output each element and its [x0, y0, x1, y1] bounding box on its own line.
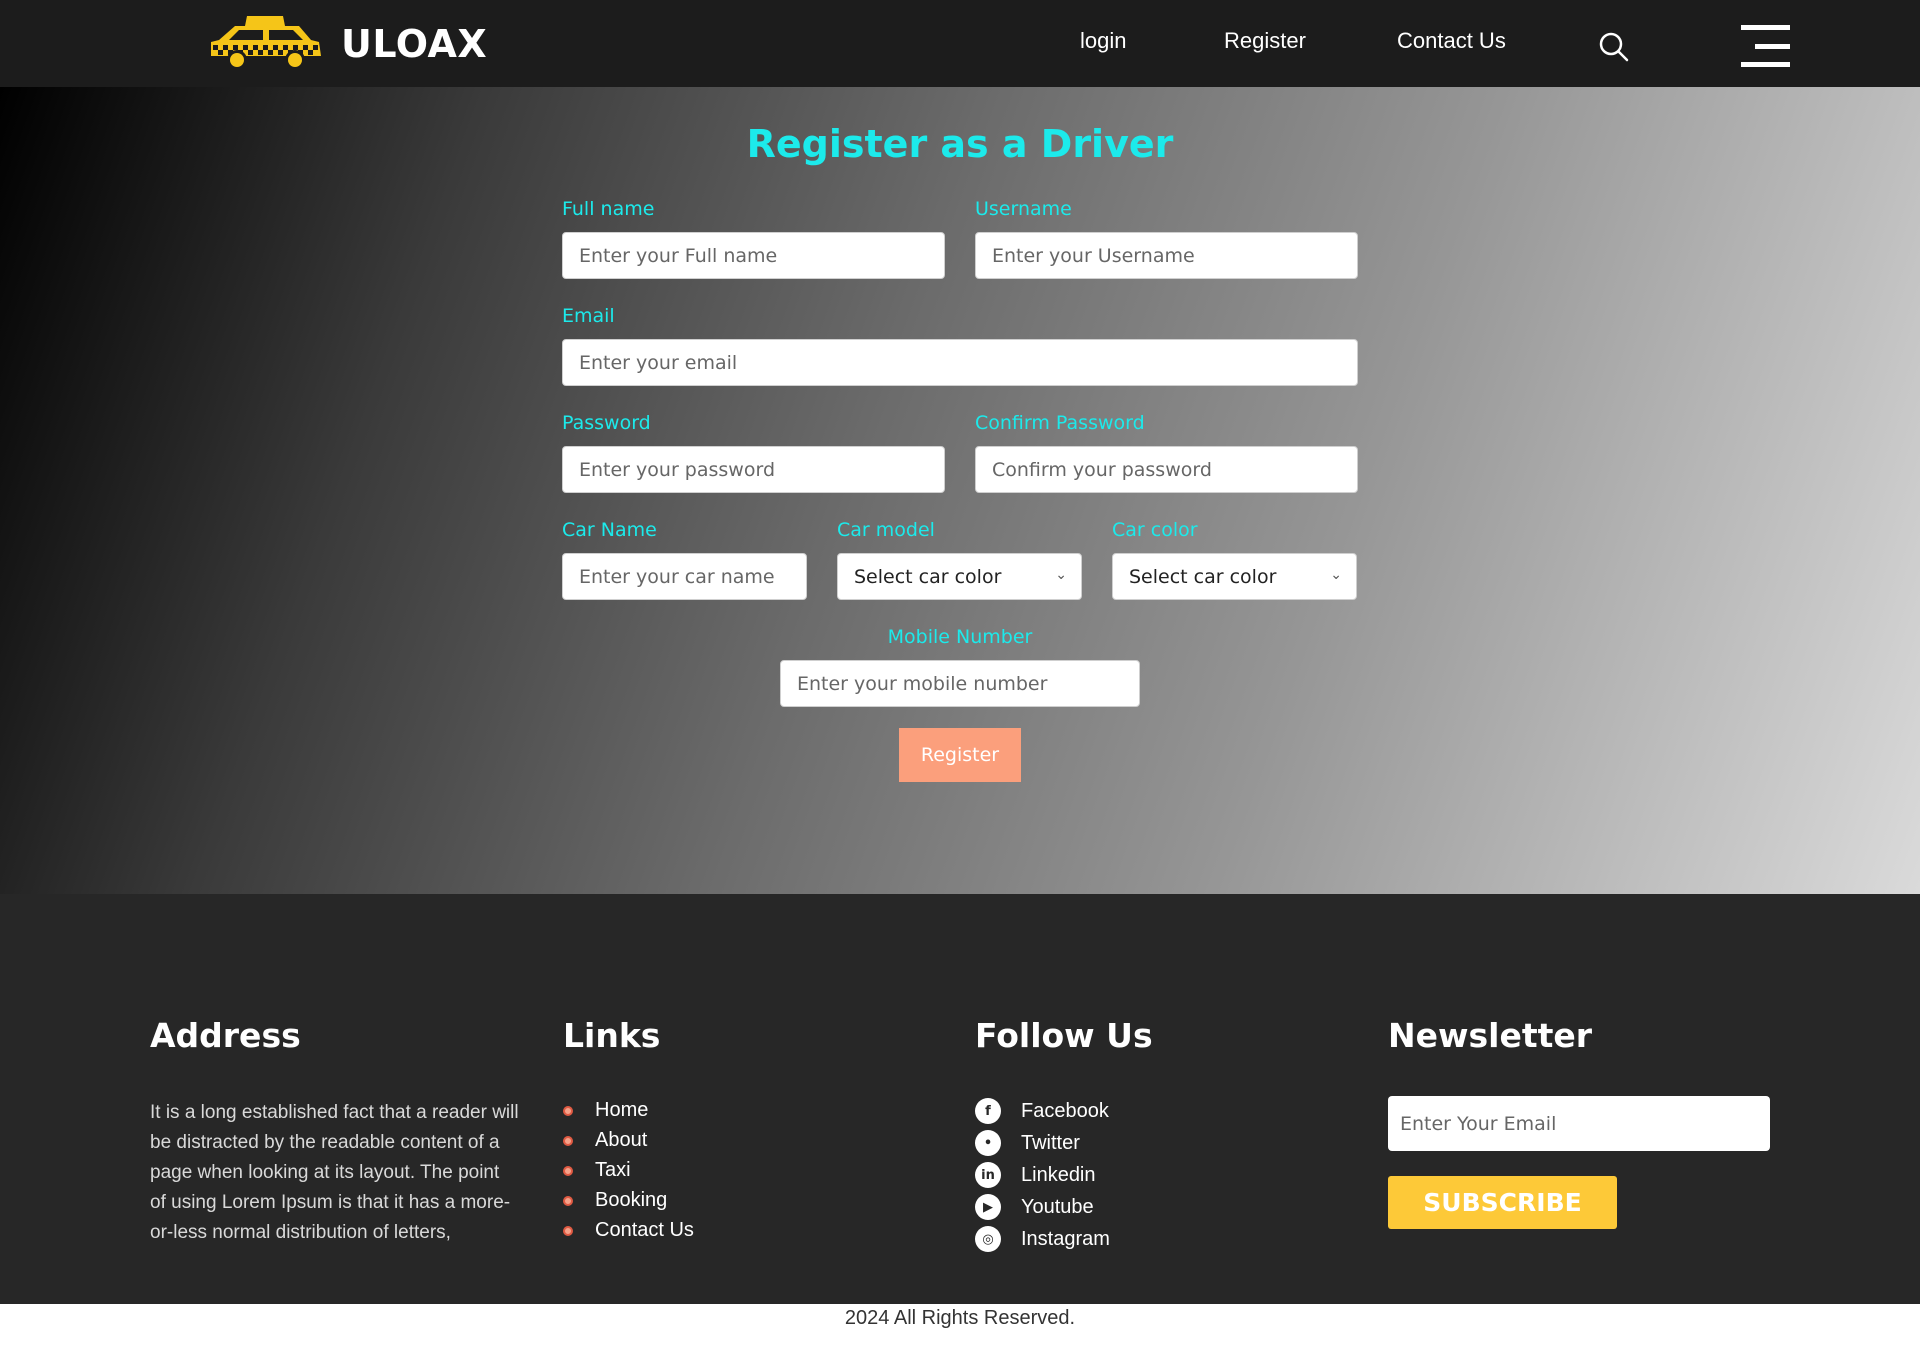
mobile-label: Mobile Number	[887, 626, 1033, 648]
email-label: Email	[562, 305, 615, 327]
instagram-icon: ◎	[975, 1226, 1001, 1252]
bullet-icon	[563, 1135, 573, 1146]
bullet-icon	[563, 1165, 573, 1176]
full-name-input[interactable]	[562, 232, 945, 279]
brand-name: ULOAX	[341, 22, 488, 66]
subscribe-button[interactable]: SUBSCRIBE	[1388, 1176, 1617, 1229]
brand-logo[interactable]: ULOAX	[207, 12, 487, 76]
register-button[interactable]: Register	[899, 728, 1021, 782]
search-icon[interactable]	[1598, 31, 1630, 67]
follow-heading: Follow Us	[975, 1016, 1153, 1055]
social-youtube[interactable]: ▶ Youtube	[975, 1194, 1094, 1220]
menu-icon[interactable]	[1741, 25, 1790, 67]
mobile-input[interactable]	[780, 660, 1140, 707]
car-name-label: Car Name	[562, 519, 657, 541]
taxi-icon	[207, 12, 325, 76]
footer-link-about[interactable]: About	[563, 1129, 647, 1152]
twitter-icon: •	[975, 1130, 1001, 1156]
social-facebook[interactable]: f Facebook	[975, 1098, 1109, 1124]
social-linkedin[interactable]: in Linkedin	[975, 1162, 1096, 1188]
nav-register[interactable]: Register	[1224, 28, 1306, 54]
confirm-password-input[interactable]	[975, 446, 1358, 493]
footer-link-taxi[interactable]: Taxi	[563, 1159, 631, 1182]
chevron-down-icon: ⌄	[1330, 567, 1342, 583]
username-input[interactable]	[975, 232, 1358, 279]
email-input[interactable]	[562, 339, 1358, 386]
car-name-input[interactable]	[562, 553, 807, 600]
facebook-icon: f	[975, 1098, 1001, 1124]
password-input[interactable]	[562, 446, 945, 493]
username-label: Username	[975, 198, 1072, 220]
nav-login[interactable]: login	[1080, 28, 1126, 54]
full-name-label: Full name	[562, 198, 655, 220]
links-heading: Links	[563, 1016, 661, 1055]
newsletter-heading: Newsletter	[1388, 1016, 1593, 1055]
nav-contact-us[interactable]: Contact Us	[1397, 28, 1506, 54]
bullet-icon	[563, 1105, 573, 1116]
page-title: Register as a Driver	[746, 122, 1174, 166]
car-model-select[interactable]: Select car color ⌄	[837, 553, 1082, 600]
car-model-label: Car model	[837, 519, 935, 541]
social-twitter[interactable]: • Twitter	[975, 1130, 1080, 1156]
newsletter-email-input[interactable]	[1388, 1096, 1770, 1151]
confirm-password-label: Confirm Password	[975, 412, 1145, 434]
car-model-selected: Select car color	[854, 565, 1002, 588]
password-label: Password	[562, 412, 651, 434]
youtube-icon: ▶	[975, 1194, 1001, 1220]
bullet-icon	[563, 1195, 573, 1206]
bullet-icon	[563, 1225, 573, 1236]
car-color-selected: Select car color	[1129, 565, 1277, 588]
site-header: ULOAX login Register Contact Us	[0, 0, 1920, 87]
footer-link-contact-us[interactable]: Contact Us	[563, 1219, 694, 1242]
address-text: It is a long established fact that a rea…	[150, 1102, 519, 1243]
footer-link-booking[interactable]: Booking	[563, 1189, 667, 1212]
copyright-text: 2024 All Rights Reserved.	[844, 1307, 1076, 1329]
linkedin-icon: in	[975, 1162, 1001, 1188]
chevron-down-icon: ⌄	[1055, 567, 1067, 583]
car-color-select[interactable]: Select car color ⌄	[1112, 553, 1357, 600]
footer-link-home[interactable]: Home	[563, 1099, 648, 1122]
address-heading: Address	[150, 1016, 301, 1055]
social-instagram[interactable]: ◎ Instagram	[975, 1226, 1110, 1252]
car-color-label: Car color	[1112, 519, 1198, 541]
